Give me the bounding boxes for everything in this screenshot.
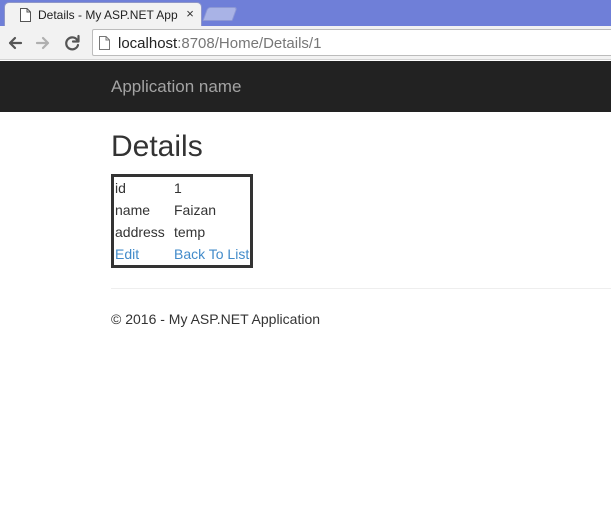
browser-tabstrip: Details - My ASP.NET App ×	[0, 0, 611, 26]
site-navbar: Application name	[0, 61, 611, 112]
footer-divider	[111, 288, 611, 289]
close-icon[interactable]: ×	[183, 6, 197, 22]
browser-tab-title: Details - My ASP.NET App	[38, 8, 178, 22]
brand-link[interactable]: Application name	[111, 77, 241, 97]
back-cell: Back To List	[173, 243, 250, 265]
address-bar[interactable]: localhost:8708/Home/Details/1	[92, 29, 611, 56]
table-row: address temp	[114, 221, 250, 243]
footer-copyright: © 2016 - My ASP.NET Application	[111, 311, 321, 327]
address-url[interactable]: localhost:8708/Home/Details/1	[118, 35, 321, 52]
page-info-icon	[99, 36, 110, 50]
browser-toolbar: localhost:8708/Home/Details/1	[0, 26, 611, 60]
document-icon	[20, 8, 31, 22]
field-value-name: Faizan	[174, 202, 217, 218]
details-table: id 1 name Faizan address temp Edit Back …	[111, 174, 254, 268]
back-to-list-link[interactable]: Back To List	[174, 246, 249, 262]
edit-cell: Edit	[114, 243, 173, 265]
field-label-address: address	[115, 224, 165, 240]
field-label-name: name	[115, 202, 151, 218]
field-label-id: id	[115, 180, 126, 196]
field-value-address: temp	[174, 224, 206, 240]
forward-arrow-icon[interactable]	[32, 32, 54, 54]
page-title: Details	[111, 130, 203, 163]
url-path: :8708/Home/Details/1	[177, 35, 322, 52]
new-tab-button[interactable]	[202, 7, 238, 21]
table-row: id 1	[114, 177, 250, 199]
table-row: Edit Back To List	[114, 243, 250, 265]
reload-icon[interactable]	[61, 32, 83, 54]
back-arrow-icon[interactable]	[4, 32, 26, 54]
table-row: name Faizan	[114, 199, 250, 221]
field-value-id: 1	[174, 180, 182, 196]
browser-tab-details[interactable]: Details - My ASP.NET App ×	[4, 2, 202, 26]
edit-link[interactable]: Edit	[115, 246, 139, 262]
url-host: localhost	[118, 35, 178, 52]
